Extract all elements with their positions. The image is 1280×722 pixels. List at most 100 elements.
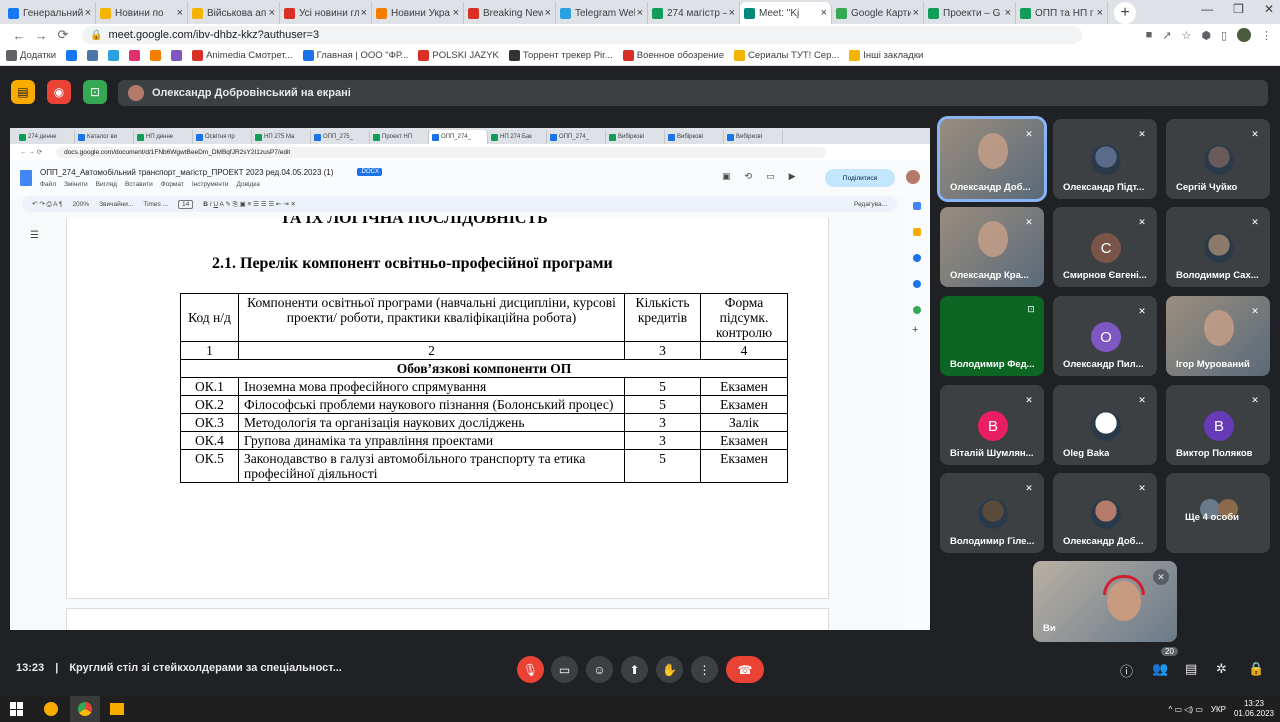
participant-tile[interactable]: ⊡ Володимир Фед... — [940, 296, 1044, 376]
browser-tab[interactable]: Новини по × — [96, 2, 188, 24]
reactions-button[interactable]: ☺ — [586, 656, 613, 683]
browser-tab[interactable]: 274 магістр – × — [648, 2, 740, 24]
tab-close-icon[interactable]: × — [1097, 7, 1103, 19]
share-page-icon[interactable]: ↗ — [1162, 29, 1171, 42]
reload-icon[interactable]: ⟳ — [52, 27, 74, 43]
camera-toggle-button[interactable]: ▭ — [551, 656, 578, 683]
shared-browser-tab: ОПП_275_ — [311, 130, 370, 144]
camera-permission-icon[interactable]: ■ — [1146, 29, 1153, 41]
shared-address-bar: ← → ⟳ docs.google.com/document/d/1FNb6Wg… — [10, 144, 930, 160]
participant-tile[interactable]: О ✕ Олександр Пил... — [1053, 296, 1157, 376]
tab-close-icon[interactable]: × — [913, 7, 919, 19]
new-tab-button[interactable]: + — [1114, 2, 1136, 24]
bookmark-item[interactable]: Торрент трекер Pir... — [508, 50, 613, 61]
activities-icon[interactable]: ▤ — [11, 80, 35, 104]
bookmark-item[interactable] — [87, 50, 99, 61]
participant-tile[interactable]: ✕ Володимир Гіле... — [940, 473, 1044, 553]
browser-tab[interactable]: Генеральний × — [4, 2, 96, 24]
participant-tile[interactable]: ✕ Олександр Доб... — [1053, 473, 1157, 553]
browser-tab[interactable]: Новини Укра × — [372, 2, 464, 24]
participant-tile[interactable]: ✕ Олександр Підт... — [1053, 119, 1157, 199]
mic-toggle-button[interactable]: 🎙 — [517, 656, 544, 683]
participant-tile[interactable]: В ✕ Виктор Поляков — [1166, 385, 1270, 465]
bookmark-item[interactable] — [66, 50, 78, 61]
browser-tab[interactable]: Google Карти × — [832, 2, 924, 24]
participant-tile[interactable]: Ще 4 особи — [1166, 473, 1270, 553]
tab-close-icon[interactable]: × — [85, 7, 91, 19]
tab-close-icon[interactable]: × — [453, 7, 459, 19]
maximize-icon[interactable]: ❐ — [1233, 2, 1244, 16]
browser-tab[interactable]: Військова ап × — [188, 2, 280, 24]
tab-close-icon[interactable]: × — [545, 7, 551, 19]
tab-title: Усі новини гл — [299, 7, 359, 19]
self-view[interactable]: ✕ Ви — [1033, 561, 1177, 642]
chat-icon[interactable]: ▤ — [1185, 661, 1197, 677]
participant-tile[interactable]: С ✕ Смирнов Євгені... — [1053, 207, 1157, 287]
tab-close-icon[interactable]: × — [269, 7, 275, 19]
bookmark-star-icon[interactable]: ☆ — [1181, 29, 1191, 42]
meeting-details-icon[interactable]: ⓘ — [1120, 661, 1133, 680]
browser-tab[interactable]: ОПП та НП г × — [1016, 2, 1108, 24]
participant-tile[interactable]: ✕ Ігор Мурований — [1166, 296, 1270, 376]
participant-tile[interactable]: В ✕ Віталій Шумлян... — [940, 385, 1044, 465]
participant-tile[interactable]: ✕ Володимир Сах... — [1166, 207, 1270, 287]
minimize-icon[interactable]: — — [1201, 2, 1213, 16]
tab-close-icon[interactable]: × — [729, 7, 735, 19]
back-icon[interactable]: ← — [8, 28, 30, 43]
taskbar-app-icon[interactable] — [44, 702, 58, 716]
bookmark-item[interactable] — [108, 50, 120, 61]
style-select: Звичайни... — [99, 200, 134, 208]
profile-avatar[interactable] — [1237, 28, 1251, 42]
participant-tile[interactable]: ✕ Олександр Доб... — [937, 116, 1047, 202]
tab-title: Новини Укра — [391, 7, 450, 19]
record-icon[interactable]: ◉ — [47, 80, 71, 104]
host-controls-icon[interactable]: 🔒 — [1248, 661, 1264, 677]
sidebar-icon[interactable]: ▯ — [1221, 29, 1227, 42]
docs-format-toolbar: ↶ ↷ ⎙ A ¶ 200% Звичайни... Times ... 14 … — [22, 196, 897, 212]
bookmark-favicon-icon — [192, 50, 204, 61]
address-bar[interactable]: 🔒 meet.google.com/ibv-dhbz-kkz?authuser=… — [82, 26, 1082, 44]
row-code: ОК.3 — [180, 413, 239, 432]
forward-icon[interactable]: → — [30, 28, 52, 43]
browser-tab[interactable]: Telegram Wel × — [556, 2, 648, 24]
bookmark-item[interactable]: Animedia Смотрет... — [192, 50, 293, 61]
chrome-taskbar-icon[interactable] — [70, 696, 100, 722]
more-options-button[interactable]: ⋮ — [691, 656, 718, 683]
participant-name: Oleg Baka — [1063, 448, 1110, 459]
present-button[interactable]: ⬆ — [621, 656, 648, 683]
windows-start-icon[interactable] — [10, 702, 24, 716]
tab-close-icon[interactable]: × — [1005, 7, 1011, 19]
bookmark-item[interactable]: POLSKI JAZYK — [418, 50, 499, 61]
comments-icon: ▭ — [766, 171, 775, 181]
url-text: meet.google.com/ibv-dhbz-kkz?authuser=3 — [108, 29, 320, 41]
browser-tab[interactable]: Breaking New × — [464, 2, 556, 24]
pip-icon[interactable]: ⊡ — [83, 80, 107, 104]
activities-panel-icon[interactable]: ✲ — [1216, 661, 1227, 677]
people-icon[interactable]: 👥 — [1152, 661, 1168, 677]
tab-close-icon[interactable]: × — [637, 7, 643, 19]
browser-tab[interactable]: Усі новини гл × — [280, 2, 372, 24]
file-explorer-icon[interactable] — [110, 703, 124, 715]
tab-close-icon[interactable]: × — [821, 7, 827, 19]
tab-close-icon[interactable]: × — [361, 7, 367, 19]
bookmark-item[interactable]: Додатки — [6, 50, 56, 61]
bookmark-item[interactable] — [171, 50, 183, 61]
bookmark-item[interactable]: Военное обозрение — [622, 50, 724, 61]
bookmark-item[interactable] — [150, 50, 162, 61]
browser-tab[interactable]: Проекти – G × — [924, 2, 1016, 24]
extensions-icon[interactable]: ⬢ — [1201, 29, 1211, 42]
close-window-icon[interactable]: ✕ — [1264, 2, 1274, 16]
bookmark-item[interactable] — [129, 50, 141, 61]
bookmark-item[interactable]: Сериалы ТУТ! Сер... — [734, 50, 839, 61]
tab-title: Telegram Wel — [575, 7, 635, 19]
hangup-button[interactable]: ☎ — [726, 656, 764, 683]
raise-hand-button[interactable]: ✋ — [656, 656, 683, 683]
tab-close-icon[interactable]: × — [177, 7, 183, 19]
bookmark-item[interactable]: Главная | ООО "ФР... — [302, 50, 408, 61]
participant-tile[interactable]: ✕ Oleg Baka — [1053, 385, 1157, 465]
participant-tile[interactable]: ✕ Олександр Кра... — [940, 207, 1044, 287]
menu-icon[interactable]: ⋮ — [1261, 29, 1272, 42]
bookmark-item[interactable]: Інші закладки — [849, 50, 923, 61]
participant-tile[interactable]: ✕ Сергій Чуйко — [1166, 119, 1270, 199]
browser-tab[interactable]: Meet: "Kj × — [740, 2, 832, 24]
